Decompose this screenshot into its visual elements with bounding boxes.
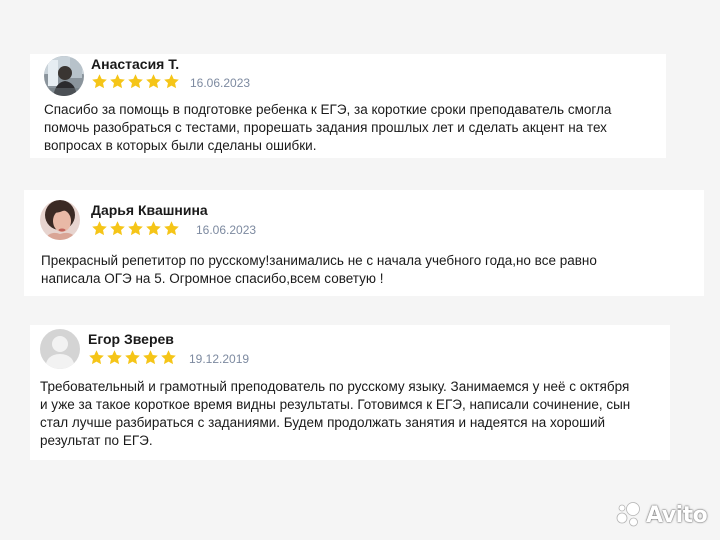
avito-watermark: Avito xyxy=(614,500,708,530)
rating-stars xyxy=(88,349,177,366)
default-user-avatar-icon[interactable] xyxy=(40,329,80,369)
star-icon xyxy=(146,221,161,236)
review-card: Дарья Квашнина 16.06.2023 Прекрасный реп… xyxy=(24,190,704,296)
star-icon xyxy=(146,74,161,89)
author-name: Дарья Квашнина xyxy=(91,202,208,218)
review-date: 19.12.2019 xyxy=(189,352,250,366)
star-icon xyxy=(128,74,143,89)
avito-logo-icon xyxy=(616,502,640,527)
review-text: Спасибо за помощь в подготовке ребенка к… xyxy=(44,102,612,153)
avatar[interactable] xyxy=(44,56,84,96)
star-icon xyxy=(161,350,176,365)
star-icon xyxy=(89,350,104,365)
author-name: Егор Зверев xyxy=(88,331,174,347)
star-icon xyxy=(164,221,179,236)
star-icon xyxy=(107,350,122,365)
author-name: Анастасия Т. xyxy=(91,56,180,72)
review-date: 16.06.2023 xyxy=(190,76,251,90)
star-icon xyxy=(164,74,179,89)
star-icon xyxy=(110,221,125,236)
review-card: Анастасия Т. 16.06.2023 Спасибо за помощ… xyxy=(30,54,666,158)
review-date: 16.06.2023 xyxy=(196,223,257,237)
star-icon xyxy=(125,350,140,365)
star-icon xyxy=(110,74,125,89)
star-icon xyxy=(92,221,107,236)
star-icon xyxy=(143,350,158,365)
review-card: Егор Зверев 19.12.2019 Требовательный и … xyxy=(30,325,670,460)
avatar[interactable] xyxy=(40,200,80,240)
star-icon xyxy=(128,221,143,236)
avito-brand-text: Avito xyxy=(646,502,708,528)
star-icon xyxy=(92,74,107,89)
review-text: Требовательный и грамотный преподователь… xyxy=(40,379,631,448)
review-text: Прекрасный репетитор по русскому!занимал… xyxy=(41,253,597,286)
rating-stars xyxy=(91,73,180,90)
rating-stars xyxy=(91,220,180,237)
